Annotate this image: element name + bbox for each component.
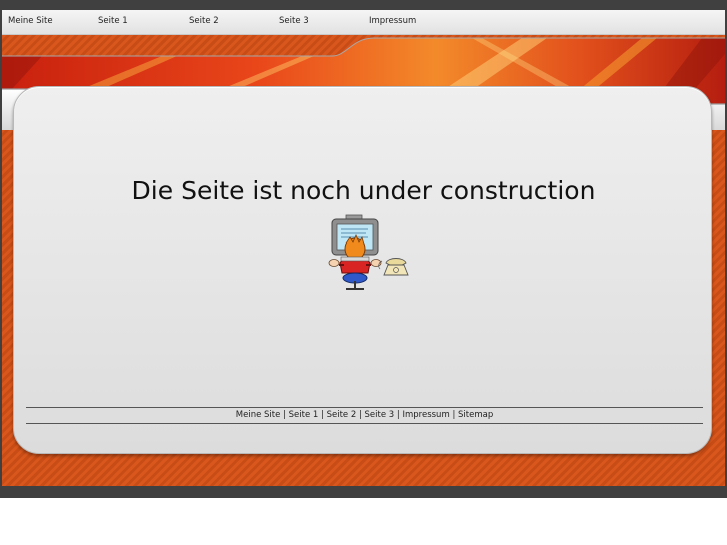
- footer-link-sitemap[interactable]: Sitemap: [458, 410, 493, 420]
- footer-link-seite-3[interactable]: Seite 3: [365, 410, 395, 420]
- footer-link-seite-1[interactable]: Seite 1: [289, 410, 319, 420]
- footer-navigation: Meine Site | Seite 1 | Seite 2 | Seite 3…: [26, 410, 703, 420]
- footer-bottom-rule: [26, 423, 703, 424]
- footer-link-meine-site[interactable]: Meine Site: [236, 410, 281, 420]
- footer-link-seite-2[interactable]: Seite 2: [327, 410, 357, 420]
- footer-link-impressum[interactable]: Impressum: [402, 410, 449, 420]
- nav-item-seite-2[interactable]: Seite 2: [189, 16, 219, 26]
- page-title: Die Seite ist noch under construction: [131, 176, 596, 205]
- top-navigation: Meine Site Seite 1 Seite 2 Seite 3 Impre…: [2, 10, 725, 35]
- nav-item-seite-3[interactable]: Seite 3: [279, 16, 309, 26]
- nav-item-impressum[interactable]: Impressum: [369, 16, 416, 26]
- nav-item-meine-site[interactable]: Meine Site: [8, 16, 53, 26]
- person-at-computer-icon: [328, 214, 409, 290]
- footer-top-rule: [26, 407, 703, 408]
- nav-item-seite-1[interactable]: Seite 1: [98, 16, 128, 26]
